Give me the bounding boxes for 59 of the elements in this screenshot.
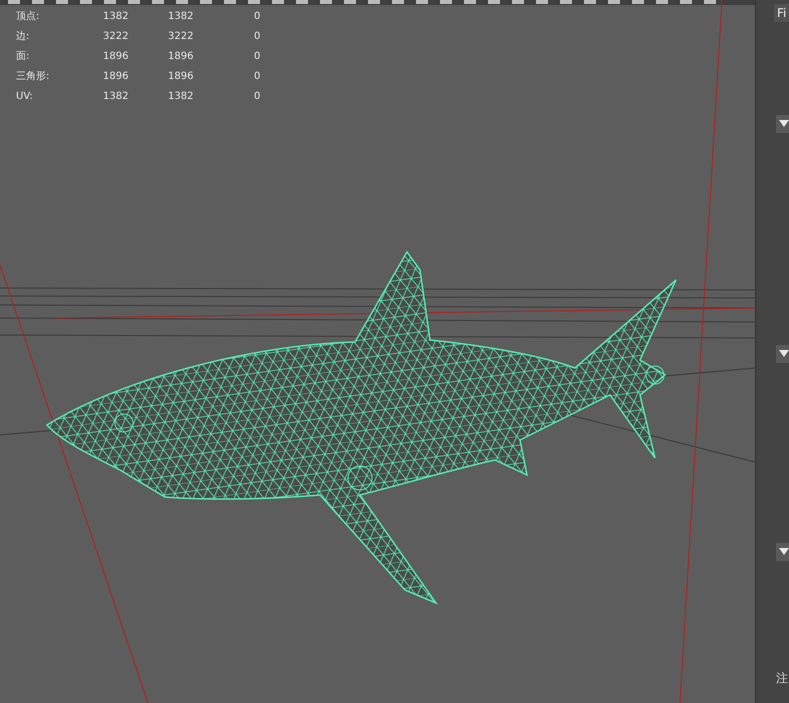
toolbar-icon[interactable] bbox=[320, 0, 332, 4]
stat-value: 0 bbox=[253, 70, 262, 82]
collapse-toggle[interactable] bbox=[776, 115, 789, 133]
toolbar-icon[interactable] bbox=[152, 0, 164, 4]
stat-value: 1382 bbox=[103, 10, 130, 22]
caret-icon bbox=[779, 120, 789, 128]
toolbar-icon[interactable] bbox=[56, 0, 68, 4]
stat-value: 3222 bbox=[168, 30, 194, 42]
toolbar-icon[interactable] bbox=[488, 0, 500, 4]
panel-footer-text: 注 bbox=[776, 670, 788, 687]
stat-label: 顶点: bbox=[16, 10, 40, 23]
toolbar-icon[interactable] bbox=[128, 0, 140, 4]
toolbar-icon[interactable] bbox=[344, 0, 356, 4]
stat-value: 0 bbox=[253, 30, 262, 42]
stat-value: 0 bbox=[253, 50, 262, 62]
toolbar-icon[interactable] bbox=[680, 0, 692, 4]
stat-value: 1382 bbox=[103, 90, 130, 102]
caret-icon bbox=[779, 548, 789, 556]
toolbar-icon[interactable] bbox=[464, 0, 476, 4]
toolbar-icon[interactable] bbox=[104, 0, 116, 4]
stat-label: 面: bbox=[16, 50, 30, 63]
toolbar-icon[interactable] bbox=[32, 0, 44, 4]
toolbar-icon[interactable] bbox=[296, 0, 308, 4]
stat-value: 1382 bbox=[168, 90, 194, 102]
stat-label: 边: bbox=[16, 30, 30, 43]
collapse-toggle[interactable] bbox=[776, 543, 789, 561]
stat-label: UV: bbox=[16, 90, 34, 102]
toolbar-icon[interactable] bbox=[416, 0, 428, 4]
toolbar-icon[interactable] bbox=[224, 0, 236, 4]
toolbar-icon[interactable] bbox=[8, 0, 20, 4]
stat-value: 1896 bbox=[103, 50, 130, 62]
toolbar-icon[interactable] bbox=[608, 0, 620, 4]
stat-label: 三角形: bbox=[16, 70, 50, 83]
toolbar-icon[interactable] bbox=[440, 0, 452, 4]
toolbar-icon[interactable] bbox=[584, 0, 596, 4]
toolbar-icon[interactable] bbox=[272, 0, 284, 4]
toolbar-icon[interactable] bbox=[368, 0, 380, 4]
viewport[interactable]: 顶点: 1382 1382 0 边: 3222 3222 0 面: 1896 1896 0 三角形: 1896 1896 0 UV: 1382 1382 0 bbox=[0, 0, 756, 703]
stat-value: 1896 bbox=[168, 50, 194, 62]
toolbar-icon[interactable] bbox=[80, 0, 92, 4]
toolbar-icon[interactable] bbox=[632, 0, 644, 4]
stat-value: 1382 bbox=[168, 10, 194, 22]
stat-value: 3222 bbox=[103, 30, 130, 42]
toolbar-icon[interactable] bbox=[536, 0, 548, 4]
toolbar-icon[interactable] bbox=[392, 0, 404, 4]
panel-tab[interactable]: Fi bbox=[774, 4, 789, 22]
toolbar-icon[interactable] bbox=[704, 0, 716, 4]
caret-icon bbox=[779, 350, 789, 358]
toolbar-icon[interactable] bbox=[512, 0, 524, 4]
toolbar-icon[interactable] bbox=[560, 0, 572, 4]
toolbar-icon[interactable] bbox=[248, 0, 260, 4]
stat-value: 0 bbox=[253, 10, 262, 22]
toolbar-icon[interactable] bbox=[200, 0, 212, 4]
toolbar-icon[interactable] bbox=[176, 0, 188, 4]
stat-value: 1896 bbox=[103, 70, 130, 82]
stat-value: 1896 bbox=[168, 70, 194, 82]
toolbar-icon[interactable] bbox=[656, 0, 668, 4]
stat-value: 0 bbox=[253, 90, 262, 102]
collapse-toggle[interactable] bbox=[776, 345, 789, 363]
